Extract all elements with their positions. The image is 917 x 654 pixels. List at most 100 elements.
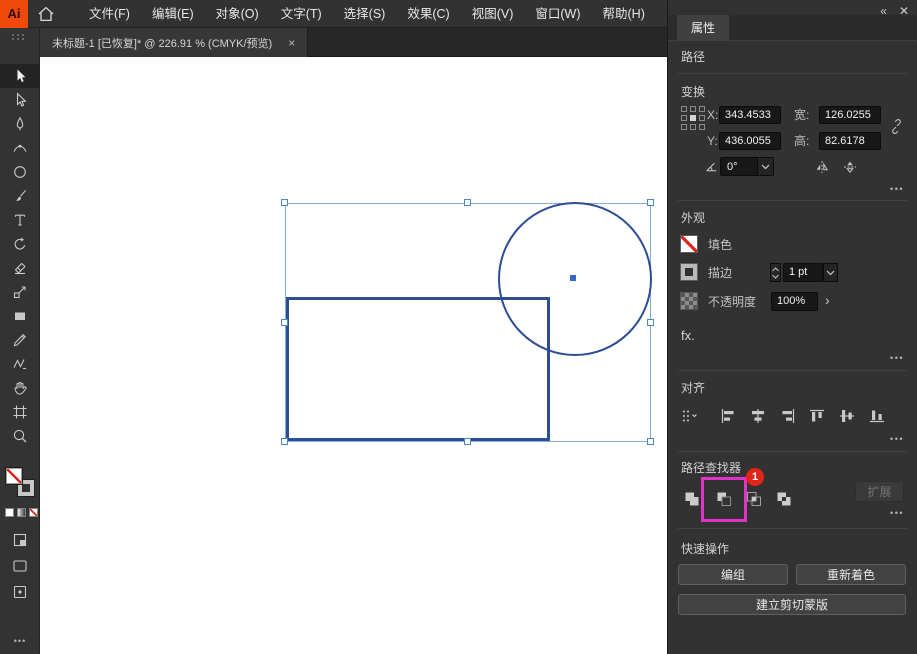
gradient-mode-icon[interactable] xyxy=(17,508,26,517)
rectangle-shape[interactable] xyxy=(286,297,550,441)
hand-tool[interactable] xyxy=(0,376,40,400)
align-more-options[interactable]: ••• xyxy=(890,434,904,444)
scale-tool[interactable] xyxy=(0,280,40,304)
tutorial-step-badge: 1 xyxy=(746,468,764,486)
reference-point-locator[interactable] xyxy=(681,106,705,130)
selection-handle[interactable] xyxy=(281,438,288,445)
tab-close-icon[interactable]: × xyxy=(288,36,295,50)
menu-object[interactable]: 对象(O) xyxy=(205,0,270,28)
align-top-icon[interactable] xyxy=(808,407,826,425)
menu-help[interactable]: 帮助(H) xyxy=(592,0,656,28)
selection-handle[interactable] xyxy=(281,319,288,326)
pathfinder-intersect-icon[interactable] xyxy=(745,490,763,508)
selection-handle[interactable] xyxy=(647,438,654,445)
pathfinder-exclude-icon[interactable] xyxy=(775,490,793,508)
tools-panel: ••• xyxy=(0,28,40,654)
menu-effect[interactable]: 效果(C) xyxy=(396,0,460,28)
color-mode-icon[interactable] xyxy=(5,508,14,517)
flip-vertical-icon[interactable] xyxy=(842,159,858,175)
y-input[interactable]: 436.0055 xyxy=(719,132,781,150)
width-label: 宽: xyxy=(794,108,810,122)
rectangle-tool[interactable] xyxy=(0,304,40,328)
type-tool[interactable] xyxy=(0,208,40,232)
stroke-weight-stepper[interactable] xyxy=(770,263,781,282)
curvature-tool[interactable] xyxy=(0,136,40,160)
none-mode-icon[interactable] xyxy=(29,508,38,517)
app-logo[interactable]: Ai xyxy=(0,0,28,28)
align-left-icon[interactable] xyxy=(719,407,737,425)
stroke-swatch[interactable] xyxy=(681,264,697,280)
selection-handle[interactable] xyxy=(647,319,654,326)
chevron-down-icon[interactable] xyxy=(757,158,773,175)
menu-file[interactable]: 文件(F) xyxy=(78,0,141,28)
eraser-tool[interactable] xyxy=(0,256,40,280)
menu-select[interactable]: 选择(S) xyxy=(333,0,397,28)
rotate-tool[interactable] xyxy=(0,232,40,256)
align-center-horizontal-icon[interactable] xyxy=(749,407,767,425)
selection-tool[interactable] xyxy=(0,64,40,88)
flip-horizontal-icon[interactable] xyxy=(814,159,830,175)
appearance-section-title: 外观 xyxy=(681,211,706,225)
selection-handle[interactable] xyxy=(464,438,471,445)
artboard-canvas[interactable] xyxy=(40,57,667,654)
rotation-angle-select[interactable]: 0° xyxy=(720,157,774,176)
document-tabstrip: 未标题-1 [已恢复]* @ 226.91 % (CMYK/预览) × xyxy=(40,28,667,57)
pathfinder-more-options[interactable]: ••• xyxy=(890,508,904,518)
opacity-swatch[interactable] xyxy=(681,293,697,309)
align-section-title: 对齐 xyxy=(681,381,706,395)
selection-handle[interactable] xyxy=(464,199,471,206)
fill-swatch[interactable] xyxy=(681,236,697,252)
pathfinder-unite-icon[interactable] xyxy=(683,490,701,508)
fill-color-swatch[interactable] xyxy=(6,468,22,484)
stroke-weight-dropdown-icon[interactable] xyxy=(823,263,838,282)
group-button[interactable]: 编组 xyxy=(678,564,788,585)
shaper-tool[interactable] xyxy=(0,352,40,376)
presentation-mode-icon[interactable] xyxy=(12,584,28,600)
home-icon[interactable] xyxy=(28,0,64,28)
artboard-tool[interactable] xyxy=(0,400,40,424)
paintbrush-tool[interactable] xyxy=(0,184,40,208)
tutorial-highlight-box xyxy=(701,477,747,522)
rotation-angle-icon xyxy=(704,159,719,174)
constrain-proportions-icon[interactable] xyxy=(889,119,904,134)
direct-selection-tool[interactable] xyxy=(0,88,40,112)
opacity-input[interactable]: 100% xyxy=(771,292,818,311)
selection-handle[interactable] xyxy=(647,199,654,206)
align-center-vertical-icon[interactable] xyxy=(838,407,856,425)
make-clipping-mask-button[interactable]: 建立剪切蒙版 xyxy=(678,594,906,615)
drawing-mode-icon[interactable] xyxy=(12,532,28,548)
menu-type[interactable]: 文字(T) xyxy=(270,0,333,28)
opacity-expand-icon[interactable]: › xyxy=(825,291,830,310)
y-label: Y: xyxy=(707,134,718,148)
width-input[interactable]: 126.0255 xyxy=(819,106,881,124)
selection-center-point[interactable] xyxy=(570,275,576,281)
tools-panel-grip[interactable] xyxy=(0,28,39,40)
document-tab[interactable]: 未标题-1 [已恢复]* @ 226.91 % (CMYK/预览) × xyxy=(40,28,309,57)
menu-view[interactable]: 视图(V) xyxy=(461,0,525,28)
selection-handle[interactable] xyxy=(281,199,288,206)
menu-list: 文件(F) 编辑(E) 对象(O) 文字(T) 选择(S) 效果(C) 视图(V… xyxy=(78,0,656,28)
expand-button[interactable]: 扩展 xyxy=(855,481,904,502)
screen-mode-icon[interactable] xyxy=(12,558,28,574)
menu-window[interactable]: 窗口(W) xyxy=(524,0,591,28)
tab-properties[interactable]: 属性 xyxy=(677,15,730,41)
properties-panel: « ✕ 属性 路径 变换 X: 343.4533 宽: 126.0255 Y: … xyxy=(667,0,917,654)
transform-more-options[interactable]: ••• xyxy=(890,184,904,194)
stroke-weight-input[interactable]: 1 pt xyxy=(783,263,823,282)
height-input[interactable]: 82.6178 xyxy=(819,132,881,150)
align-bottom-icon[interactable] xyxy=(868,407,886,425)
pencil-tool[interactable] xyxy=(0,328,40,352)
appearance-more-options[interactable]: ••• xyxy=(890,353,904,363)
pen-tool[interactable] xyxy=(0,112,40,136)
align-options-icon[interactable] xyxy=(681,407,699,425)
recolor-button[interactable]: 重新着色 xyxy=(796,564,906,585)
align-right-icon[interactable] xyxy=(779,407,797,425)
edit-toolbar-icon[interactable]: ••• xyxy=(0,636,40,646)
x-input[interactable]: 343.4533 xyxy=(719,106,781,124)
ellipse-tool[interactable] xyxy=(0,160,40,184)
fx-button[interactable]: fx. xyxy=(681,328,695,343)
path-section-title: 路径 xyxy=(681,50,706,64)
zoom-tool[interactable] xyxy=(0,424,40,448)
menu-edit[interactable]: 编辑(E) xyxy=(141,0,205,28)
fill-label: 填色 xyxy=(708,238,733,252)
